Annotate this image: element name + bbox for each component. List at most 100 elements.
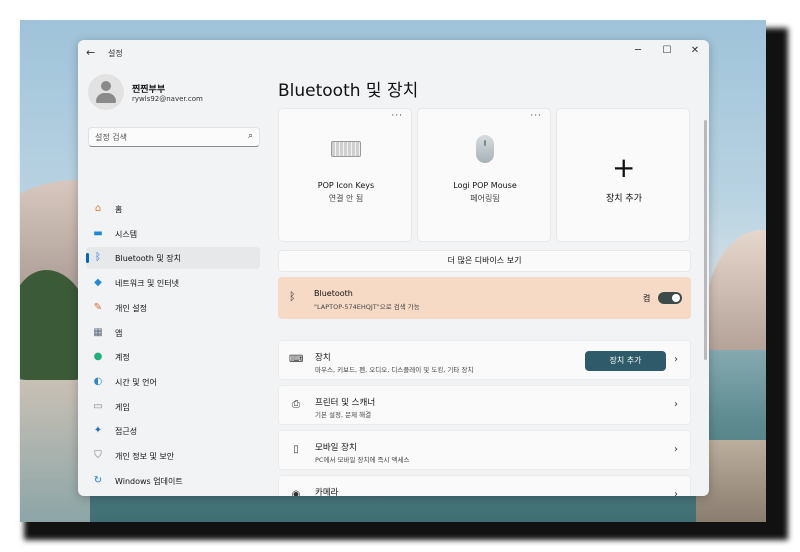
sidebar-item-label: 시스템 <box>115 229 138 239</box>
bluetooth-row: ᛒ Bluetooth "LAPTOP-574EHQJT"으로 검색 가능 켬 <box>278 277 691 319</box>
sidebar-item[interactable]: ▭ 게임 <box>86 396 260 418</box>
accessibility-icon: ✦ <box>93 425 103 437</box>
devices-row[interactable]: ⌨ 장치 마우스, 키보드, 펜, 오디오, 디스플레이 및 도킹, 기타 장치… <box>278 340 691 380</box>
search-input[interactable]: 설정 검색 ⌕ <box>88 127 260 147</box>
chevron-right-icon: › <box>674 489 678 496</box>
keyboard-icon <box>331 141 361 157</box>
brush-icon: ✎ <box>93 301 103 313</box>
row-subtitle: PC에서 모바일 장치에 즉시 액세스 <box>315 456 410 464</box>
sidebar-item[interactable]: ᛒ Bluetooth 및 장치 <box>86 247 260 270</box>
sidebar-item[interactable]: ✎ 개인 설정 <box>86 297 260 319</box>
sidebar-item-label: 개인 정보 및 보안 <box>115 452 175 461</box>
account-icon: ● <box>93 351 103 363</box>
row-title: 프린터 및 스캐너 <box>315 398 376 408</box>
more-devices-button[interactable]: 더 많은 디바이스 보기 <box>278 250 691 272</box>
apps-icon: ▦ <box>93 326 103 338</box>
sidebar-item[interactable]: ⛉ 개인 정보 및 보안 <box>86 445 260 467</box>
sidebar-item-label: Bluetooth 및 장치 <box>115 254 182 264</box>
sidebar-item-label: 계정 <box>115 353 130 363</box>
mobile-devices-row[interactable]: ▯ 모바일 장치 PC에서 모바일 장치에 즉시 액세스 › <box>278 430 691 470</box>
sidebar-item-label: 접근성 <box>115 427 138 437</box>
home-icon: ⌂ <box>94 203 102 214</box>
network-icon: ◆ <box>94 277 102 289</box>
search-icon: ⌕ <box>247 131 253 141</box>
row-subtitle: 마우스, 키보드, 펜, 오디오, 디스플레이 및 도킹, 기타 장치 <box>315 366 474 374</box>
sidebar-item-label: 시간 및 언어 <box>115 377 157 387</box>
globe-clock-icon: ◐ <box>93 375 103 387</box>
device-card-mouse[interactable]: ··· Logi POP Mouse 페어링됨 <box>417 108 551 242</box>
sidebar-item-label: 게임 <box>115 402 130 412</box>
sidebar-item[interactable]: ● 계정 <box>86 346 260 368</box>
row-title: 카메라 <box>315 488 339 496</box>
sidebar-item[interactable]: ◆ 네트워크 및 인터넷 <box>86 272 260 294</box>
row-title: 장치 <box>315 353 331 363</box>
mouse-wheel <box>484 140 486 146</box>
active-indicator <box>86 253 89 264</box>
card-device-name: POP Icon Keys <box>317 181 375 190</box>
avatar-body-icon <box>96 93 116 103</box>
bluetooth-title: Bluetooth <box>314 289 353 298</box>
user-email: rywls92@naver.com <box>132 95 203 103</box>
sidebar-item-label: 홈 <box>115 205 123 214</box>
sidebar-item[interactable]: ↻ Windows 업데이트 <box>86 470 260 492</box>
main-content: Bluetooth 및 장치 ··· POP Icon Keys 연결 안 됨 … <box>278 66 709 496</box>
camera-row[interactable]: ◉ 카메라 › <box>278 475 691 496</box>
sidebar-item[interactable]: ◐ 시간 및 언어 <box>86 371 260 393</box>
sidebar-item-label: 앱 <box>115 328 123 338</box>
card-device-status: 연결 안 됨 <box>328 194 364 203</box>
sidebar-item-label: Windows 업데이트 <box>115 476 183 486</box>
toggle-knob <box>672 294 680 302</box>
phone-icon: ▯ <box>293 444 299 455</box>
sidebar-item[interactable]: ⌂ 홈 <box>86 198 260 220</box>
avatar[interactable] <box>88 74 124 110</box>
bluetooth-icon: ᛒ <box>95 252 101 264</box>
card-device-name: Logi POP Mouse <box>453 181 517 190</box>
camera-icon: ◉ <box>291 489 301 496</box>
sidebar-item[interactable]: ✦ 접근성 <box>86 420 260 442</box>
chevron-right-icon: › <box>674 444 678 455</box>
card-device-status: 페어링됨 <box>470 194 500 203</box>
card-more-button[interactable]: ··· <box>391 111 403 121</box>
sidebar: 찐찐부부 rywls92@naver.com 설정 검색 ⌕ ⌂ 홈 ▬ 시스템 ᛒ Bl… <box>78 66 268 496</box>
screenshot-frame: ← 설정 ─ ☐ ✕ 찐찐부부 rywls92@naver.com 설정 검색 … <box>0 0 800 552</box>
bluetooth-subtitle: "LAPTOP-574EHQJT"으로 검색 가능 <box>314 303 420 311</box>
scrollbar[interactable] <box>704 120 707 360</box>
row-subtitle: 기본 설정, 문제 해결 <box>315 411 372 419</box>
gamepad-icon: ▭ <box>93 400 103 412</box>
device-card-keyboard[interactable]: ··· POP Icon Keys 연결 안 됨 <box>278 108 412 242</box>
close-button[interactable]: ✕ <box>684 43 706 59</box>
user-name: 찐찐부부 <box>132 85 166 95</box>
printers-row[interactable]: ⎙ 프린터 및 스캐너 기본 설정, 문제 해결 › <box>278 385 691 425</box>
sidebar-item[interactable]: ▬ 시스템 <box>86 223 260 245</box>
title-bar: ← 설정 ─ ☐ ✕ <box>78 40 709 66</box>
add-device-card[interactable]: + 장치 추가 <box>556 108 690 242</box>
card-more-button[interactable]: ··· <box>530 111 542 121</box>
plus-icon: + <box>612 151 636 184</box>
page-title: Bluetooth 및 장치 <box>278 81 419 101</box>
window-title: 설정 <box>108 49 123 58</box>
mouse-icon <box>476 135 494 163</box>
sidebar-item[interactable]: ▦ 앱 <box>86 322 260 344</box>
wallpaper-hill-right <box>706 230 766 350</box>
printer-icon: ⎙ <box>292 399 300 410</box>
avatar-head-icon <box>101 81 111 91</box>
settings-window: ← 설정 ─ ☐ ✕ 찐찐부부 rywls92@naver.com 설정 검색 … <box>78 40 709 496</box>
update-icon: ↻ <box>93 474 103 486</box>
sidebar-item-label: 네트워크 및 인터넷 <box>115 279 179 289</box>
maximize-button[interactable]: ☐ <box>656 43 678 59</box>
bluetooth-icon: ᛒ <box>289 290 296 303</box>
row-title: 모바일 장치 <box>315 443 357 453</box>
minimize-button[interactable]: ─ <box>627 43 649 59</box>
chevron-right-icon: › <box>674 354 678 365</box>
bluetooth-state-label: 켬 <box>643 294 651 303</box>
search-placeholder: 설정 검색 <box>95 133 127 142</box>
sidebar-item-label: 개인 설정 <box>115 303 147 313</box>
chevron-right-icon: › <box>674 399 678 410</box>
back-arrow-icon[interactable]: ← <box>86 46 95 59</box>
add-device-button[interactable]: 장치 추가 <box>585 351 666 371</box>
devices-icon: ⌨ <box>289 354 304 365</box>
system-icon: ▬ <box>93 227 103 239</box>
shield-icon: ⛉ <box>94 450 102 461</box>
bluetooth-toggle[interactable] <box>658 292 682 304</box>
add-device-card-label: 장치 추가 <box>606 194 642 204</box>
